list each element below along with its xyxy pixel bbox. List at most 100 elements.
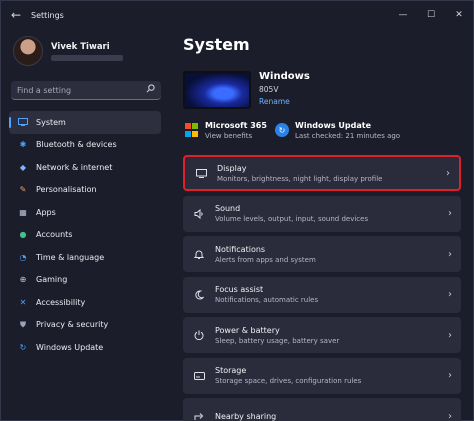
card-title: Notifications	[215, 244, 266, 254]
brush-icon: ✎	[19, 185, 27, 195]
sidebar-item-network[interactable]: ◆ Network & internet	[9, 156, 161, 179]
sidebar-item-gaming[interactable]: ⊕ Gaming	[9, 269, 161, 292]
accessibility-icon: ✕	[19, 297, 27, 307]
card-title: Power & battery	[215, 325, 280, 335]
sidebar-item-label: Apps	[36, 207, 56, 217]
quick-subtitle[interactable]: View benefits	[205, 132, 267, 140]
device-summary: Windows 805V Rename	[183, 71, 310, 109]
windows-update-icon: ↻	[275, 123, 289, 137]
sidebar-item-label: Gaming	[36, 275, 68, 285]
windows-update-tile[interactable]: ↻ Windows Update Last checked: 21 minute…	[275, 121, 400, 140]
quick-title: Windows Update	[295, 121, 372, 130]
settings-cards: Display Monitors, brightness, night ligh…	[183, 155, 461, 421]
card-subtitle: Alerts from apps and system	[215, 255, 316, 264]
sidebar-item-windows-update[interactable]: ↻ Windows Update	[9, 336, 161, 359]
maximize-icon[interactable]: ☐	[417, 1, 445, 29]
window-title: Settings	[31, 10, 64, 20]
avatar	[13, 36, 43, 66]
display-icon	[185, 168, 217, 178]
chevron-right-icon: ›	[446, 167, 450, 179]
sidebar-item-accounts[interactable]: ● Accounts	[9, 224, 161, 247]
apps-icon: ▦	[19, 207, 27, 217]
quick-title: Microsoft 365	[205, 121, 267, 130]
search-box[interactable]	[11, 81, 161, 100]
notifications-card[interactable]: Notifications Alerts from apps and syste…	[183, 236, 461, 272]
chevron-right-icon: ›	[448, 248, 452, 260]
bell-icon	[183, 249, 215, 260]
system-icon	[17, 118, 29, 127]
window-controls: — ☐ ✕	[389, 1, 473, 29]
sidebar-item-time-language[interactable]: ◔ Time & language	[9, 246, 161, 269]
storage-card[interactable]: Storage Storage space, drives, configura…	[183, 357, 461, 394]
user-name: Vivek Tiwari	[51, 41, 110, 52]
sidebar-item-label: Windows Update	[36, 342, 104, 352]
network-icon: ◆	[19, 162, 27, 172]
power-battery-card[interactable]: Power & battery Sleep, battery usage, ba…	[183, 317, 461, 353]
bluetooth-icon: ✱	[19, 140, 27, 150]
sidebar-item-accessibility[interactable]: ✕ Accessibility	[9, 291, 161, 314]
card-title: Focus assist	[215, 285, 264, 294]
sound-card[interactable]: Sound Volume levels, output, input, soun…	[183, 195, 461, 232]
settings-window: ← Settings — ☐ ✕ Vivek Tiwari Find a set…	[0, 0, 474, 421]
focus-assist-card[interactable]: Focus assist Notifications, automatic ru…	[183, 276, 461, 313]
chevron-right-icon: ›	[448, 329, 452, 341]
back-arrow-icon[interactable]: ←	[5, 4, 27, 26]
sidebar-item-label: Privacy & security	[36, 320, 109, 330]
card-title: Sound	[215, 204, 241, 213]
chevron-right-icon: ›	[448, 289, 452, 300]
rename-link[interactable]: Rename	[259, 97, 310, 106]
device-model: 805V	[259, 85, 279, 94]
display-card[interactable]: Display Monitors, brightness, night ligh…	[183, 155, 461, 191]
sidebar-item-personalisation[interactable]: ✎ Personalisation	[9, 179, 161, 202]
card-title: Storage	[215, 366, 247, 375]
chevron-right-icon: ›	[448, 410, 452, 421]
user-profile[interactable]: Vivek Tiwari	[13, 36, 123, 66]
sidebar-item-label: Bluetooth & devices	[36, 140, 117, 150]
sidebar-item-privacy-security[interactable]: ⛊ Privacy & security	[9, 314, 161, 337]
shield-icon: ⛊	[20, 319, 26, 329]
sidebar-item-system[interactable]: System	[9, 111, 161, 134]
sidebar: Vivek Tiwari System ✱ Bluetooth & device…	[1, 29, 171, 421]
card-subtitle: Storage space, drives, configuration rul…	[215, 377, 362, 385]
time-language-icon: ◔	[19, 252, 27, 262]
storage-icon	[183, 371, 215, 380]
sound-icon	[183, 208, 215, 219]
device-name: Windows	[259, 71, 310, 82]
microsoft-365-tile[interactable]: Microsoft 365 View benefits	[185, 121, 267, 140]
sidebar-nav: System ✱ Bluetooth & devices ◆ Network &…	[9, 111, 161, 359]
card-title: Display	[217, 163, 247, 173]
card-subtitle: Monitors, brightness, night light, displ…	[217, 174, 383, 183]
card-title: Nearby sharing	[215, 411, 277, 421]
card-subtitle: Sleep, battery usage, battery saver	[215, 336, 340, 345]
chevron-right-icon: ›	[448, 208, 452, 219]
page-title: System	[183, 35, 250, 54]
card-subtitle: Notifications, automatic rules	[215, 296, 319, 304]
accounts-icon: ●	[19, 230, 27, 240]
power-icon	[183, 330, 215, 340]
sidebar-item-bluetooth[interactable]: ✱ Bluetooth & devices	[9, 134, 161, 157]
title-bar: ← Settings — ☐ ✕	[1, 1, 473, 29]
chevron-right-icon: ›	[448, 370, 452, 381]
microsoft-logo-icon	[185, 123, 199, 137]
nearby-sharing-icon	[183, 411, 215, 421]
sidebar-item-label: Personalisation	[36, 185, 97, 195]
user-email-redacted	[51, 54, 123, 61]
quick-subtitle: Last checked: 21 minutes ago	[295, 132, 401, 140]
desktop-wallpaper-thumbnail	[183, 71, 251, 109]
close-icon[interactable]: ✕	[445, 1, 473, 29]
sidebar-item-label: Accounts	[36, 230, 73, 240]
gaming-icon: ⊕	[19, 275, 27, 285]
sidebar-item-label: System	[36, 117, 66, 127]
search-input[interactable]	[17, 85, 137, 95]
minimize-icon[interactable]: —	[389, 1, 417, 29]
windows-update-icon: ↻	[19, 342, 27, 352]
focus-assist-icon	[183, 289, 215, 300]
nearby-sharing-card[interactable]: Nearby sharing ›	[183, 398, 461, 421]
search-icon[interactable]	[146, 84, 155, 96]
sidebar-item-label: Time & language	[36, 252, 105, 262]
sidebar-item-label: Accessibility	[36, 297, 86, 307]
sidebar-item-apps[interactable]: ▦ Apps	[9, 201, 161, 224]
sidebar-item-label: Network & internet	[36, 162, 113, 172]
card-subtitle: Volume levels, output, input, sound devi…	[215, 215, 369, 223]
main-content: System Windows 805V Rename Microsoft 365…	[171, 29, 474, 421]
